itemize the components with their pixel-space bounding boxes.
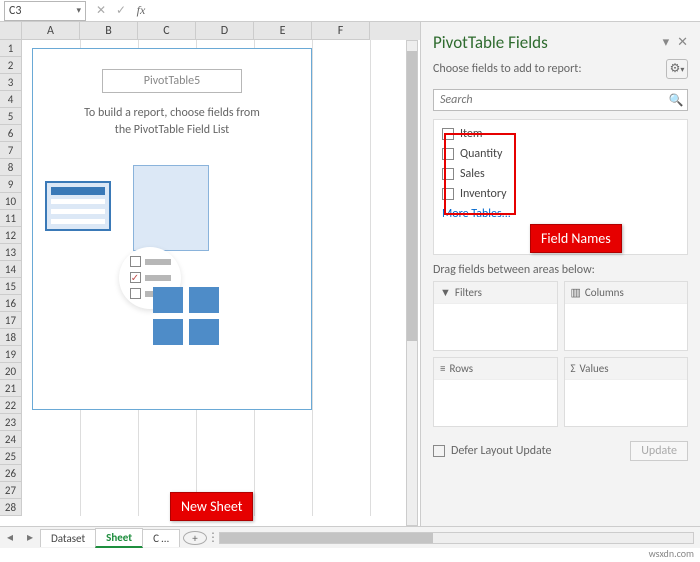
row-header[interactable]: 24 (0, 431, 22, 448)
row-header[interactable]: 25 (0, 448, 22, 465)
cancel-icon: ✕ (91, 3, 111, 18)
pivottable-illustration: ✓ (33, 157, 311, 377)
row-header[interactable]: 21 (0, 380, 22, 397)
row-header[interactable]: 22 (0, 397, 22, 414)
row-header[interactable]: 27 (0, 482, 22, 499)
sheet-tabs: ◂ ▸ Dataset Sheet C … + ⋮ (0, 526, 700, 548)
tab-dataset[interactable]: Dataset (40, 529, 96, 547)
row-header[interactable]: 4 (0, 91, 22, 108)
dropdown-icon[interactable]: ▾ (663, 35, 670, 50)
defer-checkbox[interactable] (433, 445, 445, 457)
row-header[interactable]: 6 (0, 125, 22, 142)
checkbox[interactable] (442, 188, 454, 200)
row-header[interactable]: 26 (0, 465, 22, 482)
pane-title: PivotTable Fields (433, 32, 655, 53)
row-header[interactable]: 8 (0, 159, 22, 176)
vertical-scrollbar[interactable] (406, 40, 418, 526)
row-headers: 1 2 3 4 5 6 7 8 9 10 11 12 13 14 15 16 1… (0, 40, 22, 516)
row-header[interactable]: 1 (0, 40, 22, 57)
close-icon[interactable]: ✕ (677, 35, 688, 50)
tab-c[interactable]: C … (142, 529, 180, 547)
row-header[interactable]: 16 (0, 295, 22, 312)
field-item[interactable]: Item (440, 124, 681, 144)
row-header[interactable]: 7 (0, 142, 22, 159)
row-header[interactable]: 23 (0, 414, 22, 431)
name-box[interactable]: C3 ▾ (4, 1, 86, 21)
drop-areas: ▼Filters ▥Columns ≡Rows ΣValues (421, 281, 700, 435)
row-header[interactable]: 9 (0, 176, 22, 193)
row-header[interactable]: 17 (0, 312, 22, 329)
select-all-corner[interactable] (0, 22, 22, 40)
field-item[interactable]: Sales (440, 164, 681, 184)
col-header[interactable]: A (22, 22, 80, 40)
field-item[interactable]: Inventory (440, 184, 681, 204)
field-search[interactable]: 🔍 (433, 89, 688, 111)
add-sheet-button[interactable]: + (183, 531, 207, 545)
col-header[interactable]: B (80, 22, 138, 40)
row-header[interactable]: 11 (0, 210, 22, 227)
columns-area[interactable]: ▥Columns (564, 281, 689, 351)
search-input[interactable] (434, 93, 665, 107)
annotation-new-sheet: New Sheet (170, 492, 253, 521)
filters-area[interactable]: ▼Filters (433, 281, 558, 351)
checkbox[interactable] (442, 128, 454, 140)
pivottable-name: PivotTable5 (102, 69, 242, 93)
sigma-icon: Σ (571, 362, 576, 375)
defer-label: Defer Layout Update (451, 444, 552, 458)
checkbox[interactable] (442, 148, 454, 160)
watermark: wsxdn.com (649, 547, 694, 560)
col-header[interactable]: E (254, 22, 312, 40)
row-header[interactable]: 2 (0, 57, 22, 74)
row-header[interactable]: 19 (0, 346, 22, 363)
values-area[interactable]: ΣValues (564, 357, 689, 427)
tab-sheet[interactable]: Sheet (95, 528, 143, 548)
rows-area[interactable]: ≡Rows (433, 357, 558, 427)
table-icon (45, 181, 111, 231)
row-header[interactable]: 10 (0, 193, 22, 210)
pivottable-placeholder[interactable]: PivotTable5 To build a report, choose fi… (32, 48, 312, 410)
confirm-icon: ✓ (111, 3, 131, 18)
fx-icon[interactable]: fx (131, 3, 151, 18)
row-header[interactable]: 3 (0, 74, 22, 91)
update-button: Update (630, 441, 688, 461)
row-header[interactable]: 15 (0, 278, 22, 295)
annotation-field-names: Field Names (530, 224, 622, 253)
row-header[interactable]: 13 (0, 244, 22, 261)
col-header[interactable]: F (312, 22, 370, 40)
column-headers: A B C D E F (0, 22, 420, 40)
row-header[interactable]: 5 (0, 108, 22, 125)
row-header[interactable]: 14 (0, 261, 22, 278)
formula-input[interactable] (151, 1, 700, 21)
grid-icon (153, 287, 225, 347)
rows-icon: ≡ (440, 362, 445, 375)
more-tables-link[interactable]: More Tables... (440, 204, 681, 224)
pivottable-fields-pane: PivotTable Fields ▾ ✕ Choose fields to a… (420, 22, 700, 526)
formula-bar: C3 ▾ ✕ ✓ fx (0, 0, 700, 22)
choose-fields-label: Choose fields to add to report: (433, 62, 582, 76)
chevron-down-icon[interactable]: ▾ (76, 5, 81, 16)
row-header[interactable]: 28 (0, 499, 22, 516)
document-icon (133, 165, 209, 251)
checkbox[interactable] (442, 168, 454, 180)
filter-icon: ▼ (440, 286, 451, 299)
tab-next-icon[interactable]: ▸ (20, 530, 40, 545)
pivottable-hint-line1: To build a report, choose fields from (33, 105, 311, 122)
horizontal-scrollbar[interactable] (213, 532, 700, 544)
row-header[interactable]: 20 (0, 363, 22, 380)
col-header[interactable]: C (138, 22, 196, 40)
name-box-ref: C3 (9, 4, 21, 18)
columns-icon: ▥ (571, 286, 581, 299)
field-item[interactable]: Quantity (440, 144, 681, 164)
col-header[interactable]: D (196, 22, 254, 40)
search-icon[interactable]: 🔍 (665, 93, 687, 108)
drag-hint: Drag fields between areas below: (421, 255, 700, 281)
tab-prev-icon[interactable]: ◂ (0, 530, 20, 545)
row-header[interactable]: 18 (0, 329, 22, 346)
gear-icon[interactable]: ⚙▾ (666, 59, 688, 79)
row-header[interactable]: 12 (0, 227, 22, 244)
pivottable-hint-line2: the PivotTable Field List (33, 122, 311, 139)
spreadsheet-grid[interactable]: A B C D E F 1 2 3 4 5 6 7 8 9 10 11 12 1… (0, 22, 420, 526)
